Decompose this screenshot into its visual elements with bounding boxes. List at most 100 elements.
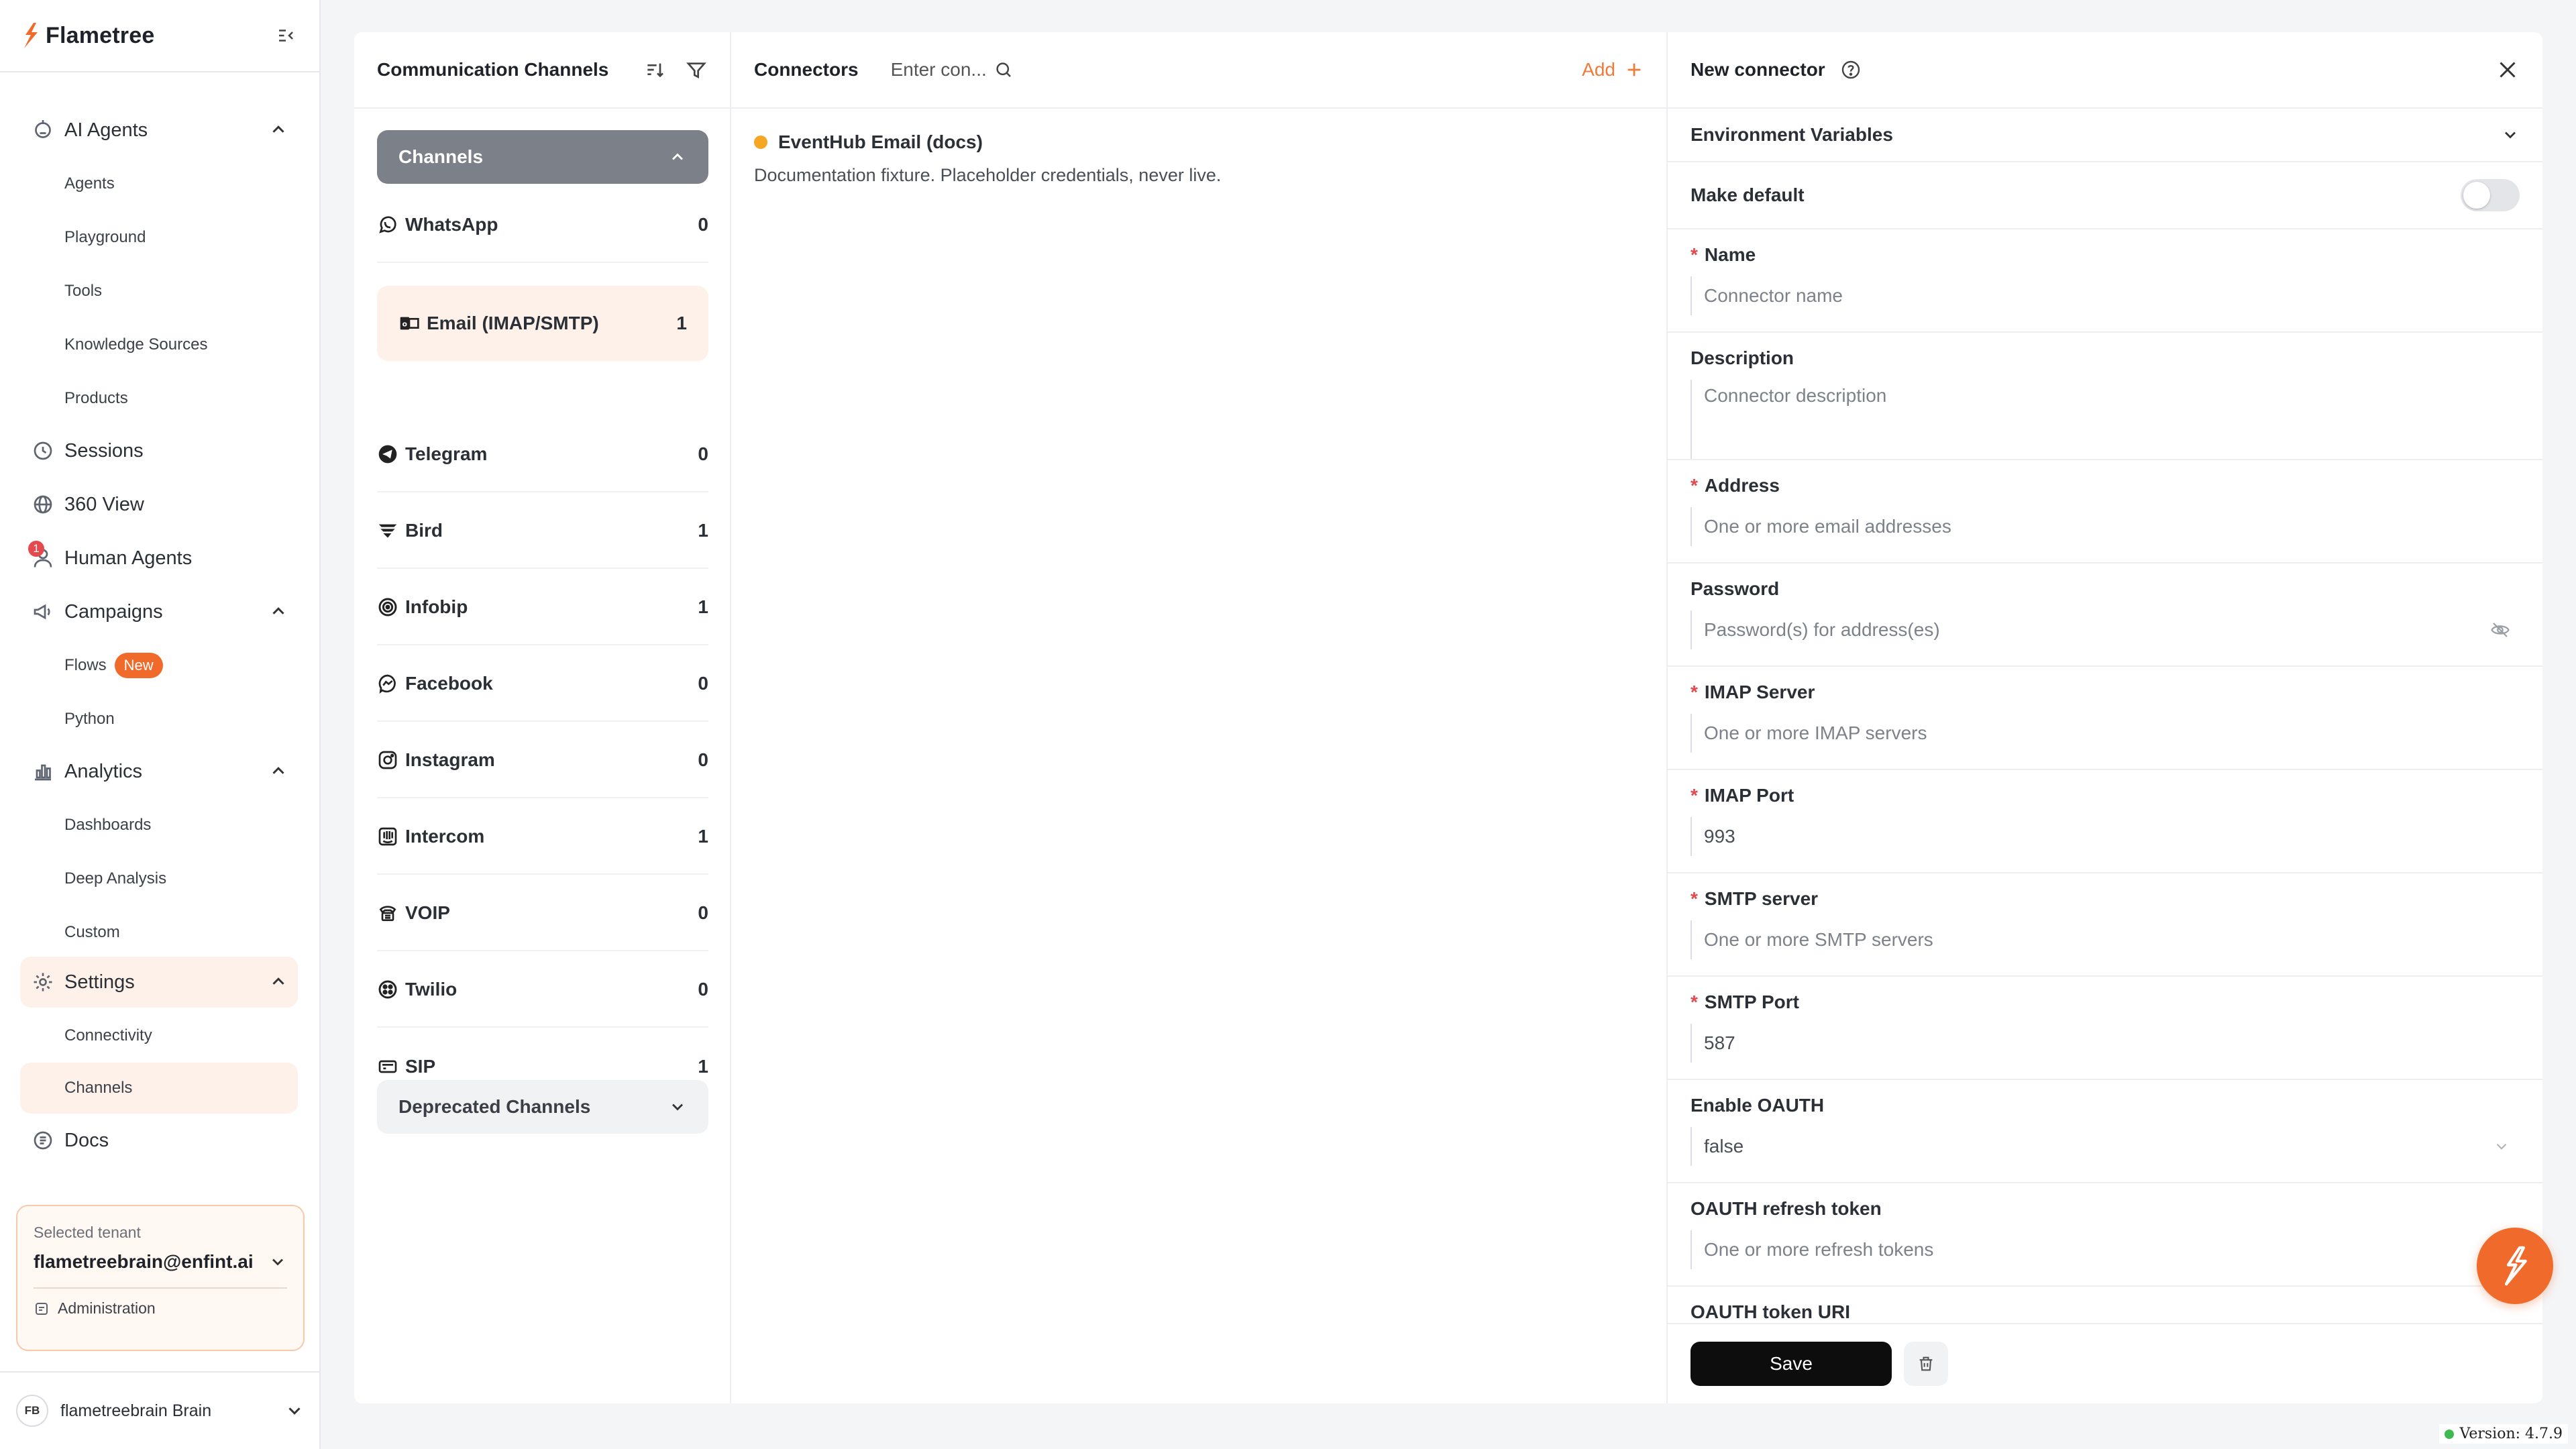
placeholder: Connector name: [1704, 285, 1843, 306]
divider: [34, 1287, 287, 1289]
close-icon[interactable]: [2496, 58, 2520, 82]
nav-channels[interactable]: Channels: [20, 1063, 298, 1114]
gear-icon: [31, 970, 55, 994]
nav-analytics[interactable]: Analytics: [20, 746, 298, 797]
nav-products[interactable]: Products: [20, 373, 298, 424]
password-input[interactable]: Password(s) for address(es): [1690, 610, 2520, 649]
imap-server-input[interactable]: One or more IMAP servers: [1690, 714, 2520, 753]
channel-item-facebook[interactable]: Facebook 0: [377, 647, 708, 722]
nav-label: Sessions: [64, 439, 144, 462]
nav-connectivity[interactable]: Connectivity: [20, 1010, 298, 1061]
connectors-header: Connectors Enter con... Add: [731, 32, 1666, 109]
sidebar-header: Flametree: [0, 0, 319, 72]
version-indicator: Version: 4.7.9: [2439, 1424, 2568, 1444]
nav-label: Human Agents: [64, 547, 193, 569]
channel-item-bird[interactable]: Bird 1: [377, 494, 708, 569]
field-label: Password: [1690, 578, 1780, 599]
nav-360-view[interactable]: 360 View: [20, 479, 298, 530]
form-body: Environment Variables Make default * Name…: [1668, 109, 2542, 1323]
logo[interactable]: Flametree: [20, 21, 154, 50]
channel-item-intercom[interactable]: Intercom 1: [377, 800, 708, 875]
add-connector-button[interactable]: Add: [1582, 59, 1644, 80]
save-button[interactable]: Save: [1690, 1342, 1892, 1386]
connector-title: EventHub Email (docs): [778, 131, 983, 152]
placeholder: Password(s) for address(es): [1704, 619, 1940, 640]
input-value: 587: [1704, 1032, 1735, 1053]
name-input[interactable]: Connector name: [1690, 276, 2520, 315]
nav-flows[interactable]: Flows New: [20, 640, 298, 691]
filter-icon[interactable]: [686, 59, 707, 80]
channel-item-whatsapp[interactable]: WhatsApp 0: [377, 188, 708, 263]
nav-deep-analysis[interactable]: Deep Analysis: [20, 853, 298, 904]
description-input[interactable]: Connector description: [1690, 380, 2520, 459]
nav-dashboards[interactable]: Dashboards: [20, 800, 298, 851]
help-icon[interactable]: [1840, 59, 1862, 80]
messenger-icon: [378, 674, 396, 694]
enable-oauth-select[interactable]: false: [1690, 1127, 2520, 1166]
chevron-down-icon: [272, 1258, 283, 1266]
nav-label: Custom: [64, 923, 120, 941]
field-label: Enable OAUTH: [1690, 1095, 1825, 1116]
connector-item[interactable]: EventHub Email (docs) Documentation fixt…: [731, 109, 1666, 209]
user-menu[interactable]: FB flametreebrain Brain: [0, 1371, 321, 1449]
chevron-down-icon: [2496, 1143, 2507, 1150]
tenant-selector: Selected tenant flametreebrain@enfint.ai…: [16, 1205, 305, 1351]
nav-human-agents[interactable]: 1 Human Agents: [20, 533, 298, 584]
connector-search[interactable]: Enter con...: [891, 59, 1014, 80]
nav-knowledge-sources[interactable]: Knowledge Sources: [20, 319, 298, 370]
channel-count: 1: [698, 596, 708, 617]
environment-variables-toggle[interactable]: Environment Variables: [1668, 109, 2542, 162]
search-input[interactable]: Enter con...: [891, 59, 987, 80]
channel-name: WhatsApp: [405, 214, 498, 235]
field-label: SMTP server: [1704, 888, 1819, 909]
nav-tools[interactable]: Tools: [20, 266, 298, 317]
new-badge: New: [114, 653, 163, 678]
sort-icon[interactable]: [644, 59, 665, 80]
channels-group-header[interactable]: Channels: [377, 130, 708, 184]
channel-item-telegram[interactable]: Telegram 0: [377, 417, 708, 492]
group-label: Deprecated Channels: [398, 1096, 591, 1117]
nav-campaigns[interactable]: Campaigns: [20, 586, 298, 637]
nav-ai-agents[interactable]: AI Agents: [20, 105, 298, 156]
nav-python[interactable]: Python: [20, 694, 298, 745]
oauth-refresh-token-input[interactable]: One or more refresh tokens: [1690, 1230, 2520, 1269]
collapse-sidebar-button[interactable]: [272, 22, 299, 49]
nav-label: Settings: [64, 971, 135, 993]
tenant-dropdown[interactable]: flametreebrain@enfint.ai: [34, 1251, 287, 1273]
channel-item-twilio[interactable]: Twilio 0: [377, 953, 708, 1028]
nav-agents[interactable]: Agents: [20, 158, 298, 209]
address-input[interactable]: One or more email addresses: [1690, 507, 2520, 546]
telegram-icon: [378, 445, 397, 464]
field-label: OAUTH token URI: [1690, 1301, 1850, 1322]
channel-name: Instagram: [405, 749, 495, 770]
nav-custom[interactable]: Custom: [20, 907, 298, 958]
channel-count: 1: [698, 1056, 708, 1077]
deprecated-channels-header[interactable]: Deprecated Channels: [377, 1080, 708, 1134]
address-field: * Address One or more email addresses: [1668, 460, 2542, 564]
whatsapp-icon: [379, 216, 396, 233]
input-value: 993: [1704, 826, 1735, 847]
channel-item-voip[interactable]: VOIP 0: [377, 876, 708, 951]
email-icon: o: [400, 317, 419, 330]
nav-settings[interactable]: Settings: [20, 957, 298, 1008]
channel-item-email[interactable]: o Email (IMAP/SMTP) 1: [377, 286, 708, 361]
nav-docs[interactable]: Docs: [20, 1115, 298, 1166]
nav-sessions[interactable]: Sessions: [20, 425, 298, 476]
oauth-refresh-token-field: OAUTH refresh token One or more refresh …: [1668, 1183, 2542, 1287]
eye-off-icon[interactable]: [2490, 620, 2510, 640]
bird-icon: [378, 524, 397, 538]
intercom-icon: [378, 827, 397, 846]
connectors-column: Connectors Enter con... Add EventHub Ema…: [731, 32, 1668, 1403]
smtp-server-input[interactable]: One or more SMTP servers: [1690, 920, 2520, 959]
delete-button[interactable]: [1904, 1342, 1948, 1386]
administration-link[interactable]: Administration: [34, 1299, 287, 1318]
channel-item-instagram[interactable]: Instagram 0: [377, 723, 708, 798]
user-name: flametreebrain Brain: [60, 1401, 212, 1420]
nav-playground[interactable]: Playground: [20, 212, 298, 263]
imap-port-input[interactable]: 993: [1690, 817, 2520, 856]
description-field: Description Connector description: [1668, 333, 2542, 460]
smtp-port-input[interactable]: 587: [1690, 1024, 2520, 1063]
assistant-chat-button[interactable]: [2477, 1228, 2553, 1304]
channel-item-infobip[interactable]: Infobip 1: [377, 570, 708, 645]
make-default-toggle[interactable]: [2461, 179, 2520, 211]
